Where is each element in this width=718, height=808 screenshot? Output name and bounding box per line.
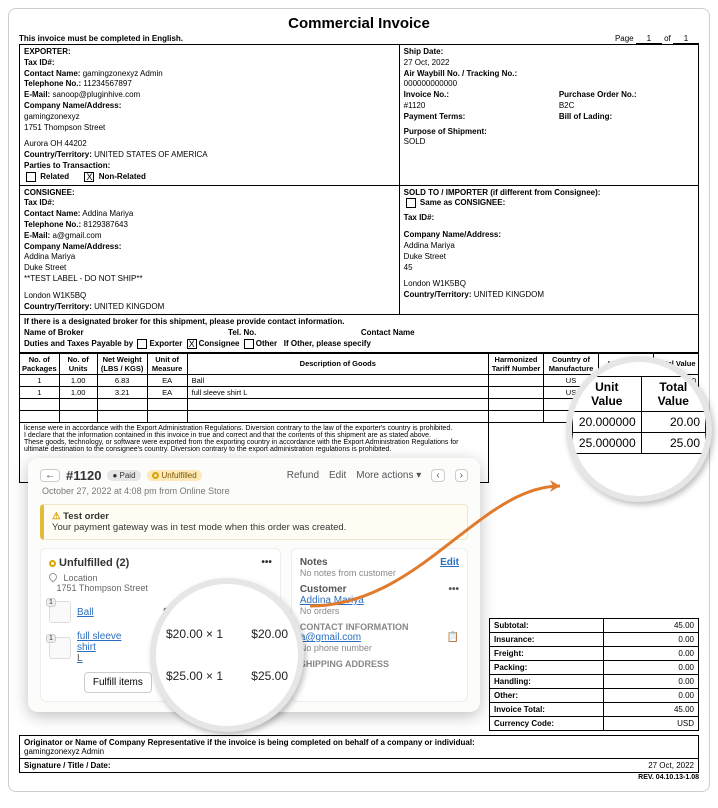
next-order-button[interactable]: ›: [455, 469, 468, 482]
other-duties-checkbox[interactable]: [244, 339, 254, 349]
summary-row: Insurance:0.00: [489, 633, 699, 647]
summary-row: Freight:0.00: [489, 647, 699, 661]
edit-link[interactable]: Edit: [329, 470, 346, 481]
summary-row: Currency Code:USD: [489, 717, 699, 731]
product-name-link[interactable]: Ball: [77, 607, 135, 618]
summary-row: Other:0.00: [489, 689, 699, 703]
notes-edit-link[interactable]: Edit: [440, 557, 459, 568]
product-thumbnail[interactable]: [49, 601, 71, 623]
prev-order-button[interactable]: ‹: [431, 469, 444, 482]
location-pin-icon: [47, 571, 58, 582]
sidebar-cards: Notes Edit No notes from customer Custom…: [291, 548, 468, 702]
copy-icon[interactable]: 📋: [447, 632, 459, 643]
more-actions-menu[interactable]: More actions ▾: [356, 470, 421, 481]
magnifier-lineitems: $20.00 × 1$20.00 $25.00 × 1$25.00: [150, 578, 304, 732]
test-order-banner: ⚠ Test order Your payment gateway was in…: [40, 504, 468, 540]
non-related-checkbox[interactable]: X: [84, 172, 94, 182]
same-as-consignee-checkbox[interactable]: [406, 198, 416, 208]
soldto-block: SOLD TO / IMPORTER (if different from Co…: [400, 186, 698, 315]
customer-menu-icon[interactable]: •••: [448, 584, 459, 595]
broker-block: If there is a designated broker for this…: [19, 315, 699, 353]
customer-name-link[interactable]: Addina Mariya: [300, 595, 364, 606]
product-name-link[interactable]: full sleeve shirtL: [77, 631, 135, 664]
product-thumbnail[interactable]: [49, 637, 71, 659]
page-title: Commercial Invoice: [19, 15, 699, 32]
paid-badge: ● Paid: [107, 470, 140, 481]
summary-row: Packing:0.00: [489, 661, 699, 675]
shipinfo-block: Ship Date: 27 Oct, 2022 Air Waybill No. …: [400, 45, 698, 185]
page-numbers: Page 1 of 1: [615, 34, 699, 44]
customer-title: Customer: [300, 584, 347, 595]
warning-icon: ⚠: [52, 511, 61, 522]
header-notice: This invoice must be completed in Englis…: [19, 34, 183, 44]
exporter-duties-checkbox[interactable]: [137, 339, 147, 349]
consignee-duties-checkbox[interactable]: X: [187, 339, 197, 349]
card-menu-icon[interactable]: •••: [261, 557, 272, 569]
summary-row: Subtotal:45.00: [489, 618, 699, 633]
refund-link[interactable]: Refund: [287, 470, 319, 481]
summary-table: Subtotal:45.00Insurance:0.00Freight:0.00…: [489, 618, 699, 731]
back-button[interactable]: ←: [40, 469, 60, 482]
fulfill-items-button[interactable]: Fulfill items: [84, 672, 152, 693]
magnifier-values: Unit ValueTotal Value 20.00000020.00 25.…: [566, 356, 712, 502]
exporter-block: EXPORTER: Tax ID#: Contact Name: gamingz…: [20, 45, 400, 185]
consignee-block: CONSIGNEE: Tax ID#: Contact Name: Addina…: [20, 186, 400, 315]
notes-title: Notes: [300, 557, 328, 568]
footer: Originator or Name of Company Representa…: [19, 735, 699, 781]
contact-email-link[interactable]: a@gmail.com: [300, 632, 361, 643]
order-id: #1120: [66, 468, 101, 483]
order-timestamp: October 27, 2022 at 4:08 pm from Online …: [42, 486, 468, 496]
unfulfilled-badge: Unfulfilled: [147, 470, 202, 481]
summary-row: Handling:0.00: [489, 675, 699, 689]
related-checkbox[interactable]: [26, 172, 36, 182]
summary-row: Invoice Total:45.00: [489, 703, 699, 717]
